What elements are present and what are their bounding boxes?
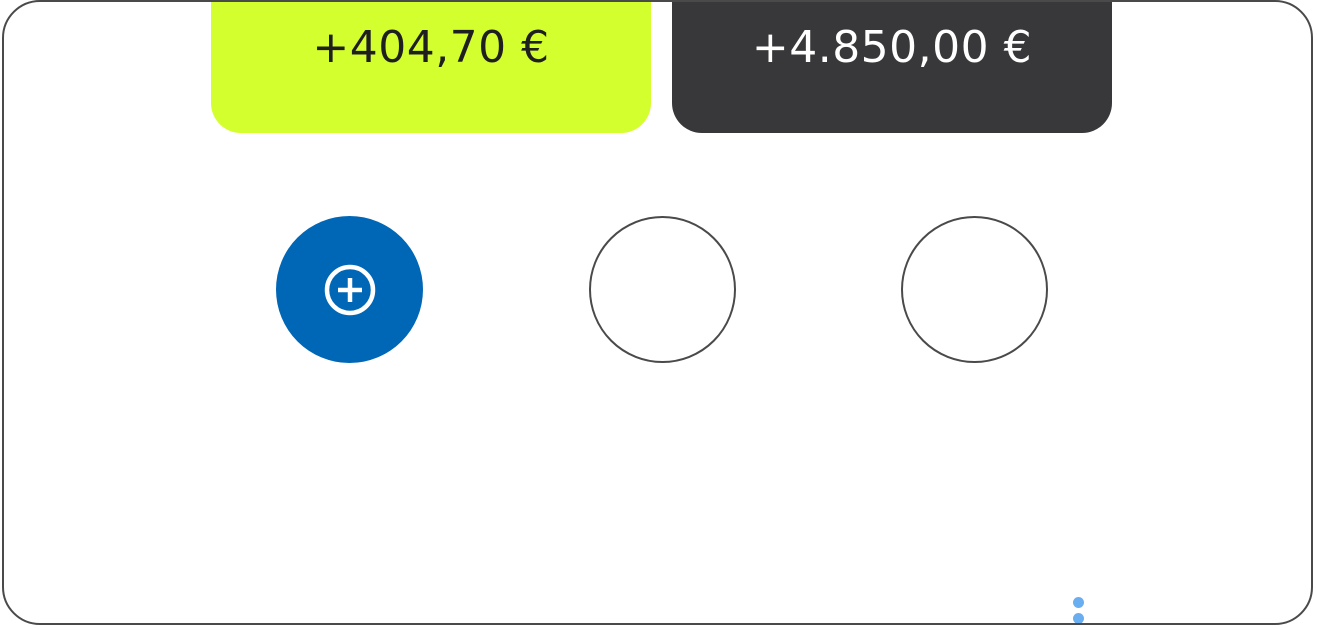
vertical-dots-icon[interactable] bbox=[1073, 597, 1085, 623]
add-button[interactable] bbox=[276, 216, 423, 363]
plus-circle-icon bbox=[323, 263, 377, 317]
balance-amount: +4.850,00 € bbox=[751, 22, 1033, 73]
empty-action-slot-1[interactable] bbox=[589, 216, 736, 363]
dot bbox=[1073, 597, 1084, 608]
app-frame: +404,70 € +4.850,00 € bbox=[2, 0, 1313, 625]
empty-action-slot-2[interactable] bbox=[901, 216, 1048, 363]
balance-amount-card[interactable]: +4.850,00 € bbox=[672, 2, 1112, 133]
income-amount-card[interactable]: +404,70 € bbox=[211, 2, 651, 133]
income-amount: +404,70 € bbox=[312, 22, 550, 73]
dot bbox=[1073, 613, 1084, 623]
